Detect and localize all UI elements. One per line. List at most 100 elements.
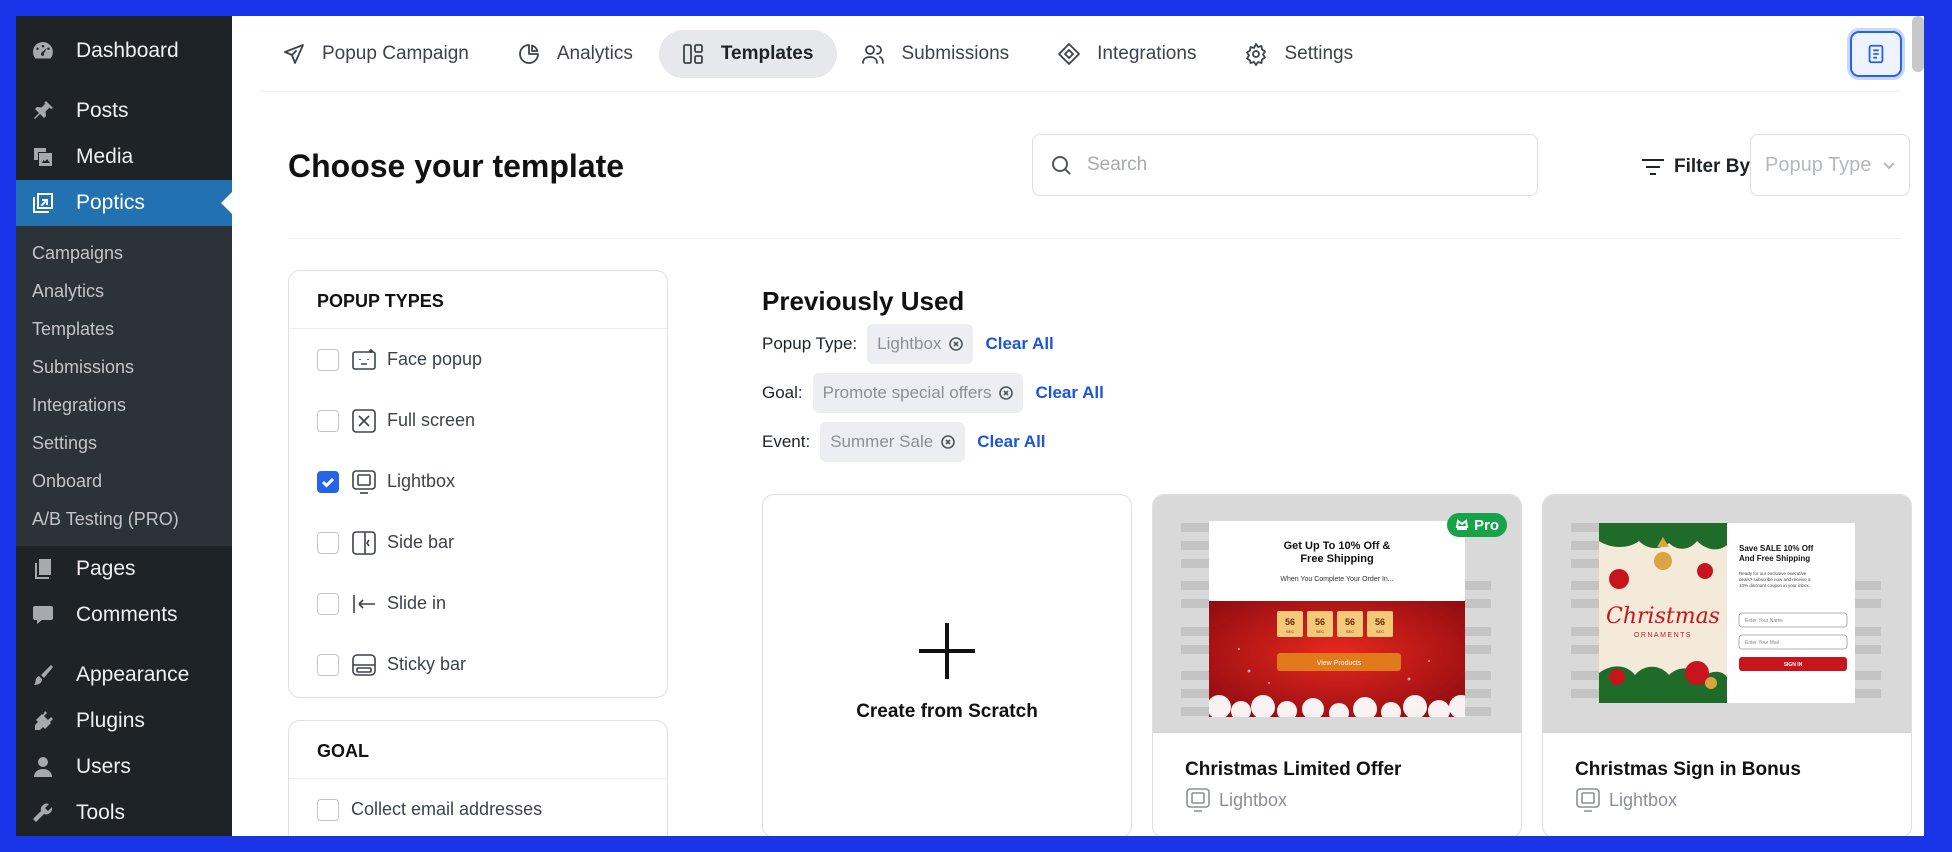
filter-by-text: Filter By — [1674, 156, 1751, 177]
filter-option-full-screen[interactable]: Full screen — [289, 390, 667, 451]
template-card-christmas-sign-in-bonus[interactable]: Christmas ORNAMENTS Save SALE 10% Off An… — [1542, 494, 1912, 836]
app-window: Dashboard Posts Media Poptics Campaigns … — [16, 16, 1924, 836]
preview-christmas-title: Christmas — [1606, 604, 1720, 629]
sidebar-item-tools[interactable]: Tools — [16, 790, 232, 836]
scrollbar[interactable] — [1912, 16, 1924, 72]
search-box[interactable] — [1032, 134, 1538, 196]
svg-text:SEC: SEC — [1286, 629, 1294, 634]
svg-text:56: 56 — [1375, 617, 1385, 627]
sidebar-item-plugins[interactable]: Plugins — [16, 698, 232, 744]
tab-popup-campaign[interactable]: Popup Campaign — [260, 30, 493, 78]
create-from-scratch-card[interactable]: Create from Scratch — [762, 494, 1132, 836]
svg-text:And Free Shipping: And Free Shipping — [1739, 554, 1810, 563]
checkbox[interactable] — [317, 409, 339, 432]
submenu-submissions[interactable]: Submissions — [16, 348, 232, 386]
svg-text:56: 56 — [1345, 617, 1355, 627]
submenu-onboard[interactable]: Onboard — [16, 462, 232, 500]
sidebar-item-media[interactable]: Media — [16, 134, 232, 180]
filter-option-side-bar[interactable]: Side bar — [289, 512, 667, 573]
submenu-templates[interactable]: Templates — [16, 310, 232, 348]
docs-button[interactable] — [1850, 31, 1902, 77]
search-input[interactable] — [1087, 154, 1507, 176]
template-type: Lightbox — [1575, 787, 1677, 813]
filter-row-label: Event: — [762, 432, 811, 451]
option-label: Sticky bar — [387, 654, 467, 674]
panel-heading: POPUP TYPES — [289, 271, 667, 329]
previous-filter-goal: Goal: Promote special offers Clear All — [762, 373, 1104, 413]
wp-admin-sidebar: Dashboard Posts Media Poptics Campaigns … — [16, 16, 232, 836]
template-type-label: Lightbox — [1609, 789, 1678, 810]
sidebar-item-label: Users — [76, 755, 131, 778]
filter-option-lightbox[interactable]: Lightbox — [289, 451, 667, 512]
checkbox[interactable] — [317, 798, 339, 821]
checkbox[interactable] — [317, 470, 339, 493]
create-from-scratch-label: Create from Scratch — [856, 701, 1038, 722]
tab-settings[interactable]: Settings — [1222, 30, 1377, 78]
tab-analytics[interactable]: Analytics — [495, 30, 657, 78]
close-circle-icon[interactable] — [941, 435, 955, 449]
template-card-christmas-limited-offer[interactable]: Get Up To 10% Off & Free Shipping When Y… — [1152, 494, 1522, 836]
lightbox-icon — [351, 469, 377, 495]
tab-label: Settings — [1284, 42, 1354, 64]
filter-option-slide-in[interactable]: Slide in — [289, 573, 667, 634]
sidebar-item-label: Plugins — [76, 709, 145, 732]
offer-popup-preview: Get Up To 10% Off & Free Shipping When Y… — [1209, 521, 1465, 717]
sidebar-item-appearance[interactable]: Appearance — [16, 652, 232, 698]
submenu-integrations[interactable]: Integrations — [16, 386, 232, 424]
svg-text:Ready for our exclusive execut: Ready for our exclusive executive — [1739, 571, 1807, 576]
brush-icon — [30, 662, 56, 688]
filter-option-sticky-bar[interactable]: Sticky bar — [289, 634, 667, 695]
svg-text:SEC: SEC — [1376, 629, 1384, 634]
search-icon — [1052, 156, 1071, 175]
checkbox[interactable] — [317, 348, 339, 371]
filter-chip[interactable]: Summer Sale — [820, 422, 966, 462]
poptics-icon — [30, 190, 56, 216]
popup-type-select[interactable]: Popup Type — [1750, 134, 1910, 196]
submenu-ab-testing[interactable]: A/B Testing (PRO) — [16, 500, 232, 538]
sidebar-item-poptics[interactable]: Poptics — [16, 180, 232, 226]
template-preview: Get Up To 10% Off & Free Shipping When Y… — [1153, 495, 1521, 733]
template-type: Lightbox — [1185, 787, 1287, 813]
svg-text:SEC: SEC — [1346, 629, 1354, 634]
option-label: Full screen — [387, 410, 476, 430]
chevron-down-icon — [1883, 162, 1895, 170]
tab-templates[interactable]: Templates — [658, 29, 838, 78]
close-circle-icon[interactable] — [999, 386, 1014, 400]
close-circle-icon[interactable] — [949, 337, 964, 351]
svg-text:View Products: View Products — [1317, 660, 1362, 667]
filter-option-collect-email[interactable]: Collect email addresses — [289, 779, 667, 836]
checkbox[interactable] — [317, 592, 339, 615]
tab-label: Templates — [720, 42, 814, 64]
sidebar-item-pages[interactable]: Pages — [16, 546, 232, 592]
tab-label: Analytics — [556, 42, 633, 64]
clear-all-link[interactable]: Clear All — [1035, 383, 1103, 403]
tab-label: Popup Campaign — [322, 42, 469, 64]
wrench-icon — [30, 800, 56, 826]
tab-integrations[interactable]: Integrations — [1035, 30, 1220, 78]
sidebar-item-dashboard[interactable]: Dashboard — [16, 28, 232, 74]
svg-text:10% discount coupon in your in: 10% discount coupon in your inbox. — [1739, 583, 1810, 588]
sidebar-item-posts[interactable]: Posts — [16, 88, 232, 134]
sidebar-item-label: Media — [76, 145, 134, 168]
checkbox[interactable] — [317, 531, 339, 554]
sidebar-item-label: Pages — [76, 557, 136, 580]
checkbox[interactable] — [317, 653, 339, 676]
submenu-analytics[interactable]: Analytics — [16, 272, 232, 310]
slide-in-icon — [351, 591, 377, 617]
submenu-settings[interactable]: Settings — [16, 424, 232, 462]
clear-all-link[interactable]: Clear All — [977, 432, 1045, 452]
clear-all-link[interactable]: Clear All — [985, 334, 1053, 354]
sidebar-item-label: Comments — [76, 603, 178, 626]
pie-chart-icon — [518, 43, 539, 64]
sidebar-item-users[interactable]: Users — [16, 744, 232, 790]
filter-chip[interactable]: Lightbox — [867, 324, 974, 364]
submenu-campaigns[interactable]: Campaigns — [16, 234, 232, 272]
pages-icon — [30, 556, 56, 582]
tab-submissions[interactable]: Submissions — [839, 30, 1033, 78]
sidebar-item-label: Tools — [76, 801, 126, 824]
filter-option-face-popup[interactable]: Face popup — [289, 329, 667, 390]
filter-chip[interactable]: Promote special offers — [812, 373, 1024, 413]
sidebar-item-comments[interactable]: Comments — [16, 592, 232, 638]
pin-icon — [30, 98, 56, 124]
user-icon — [30, 754, 56, 780]
